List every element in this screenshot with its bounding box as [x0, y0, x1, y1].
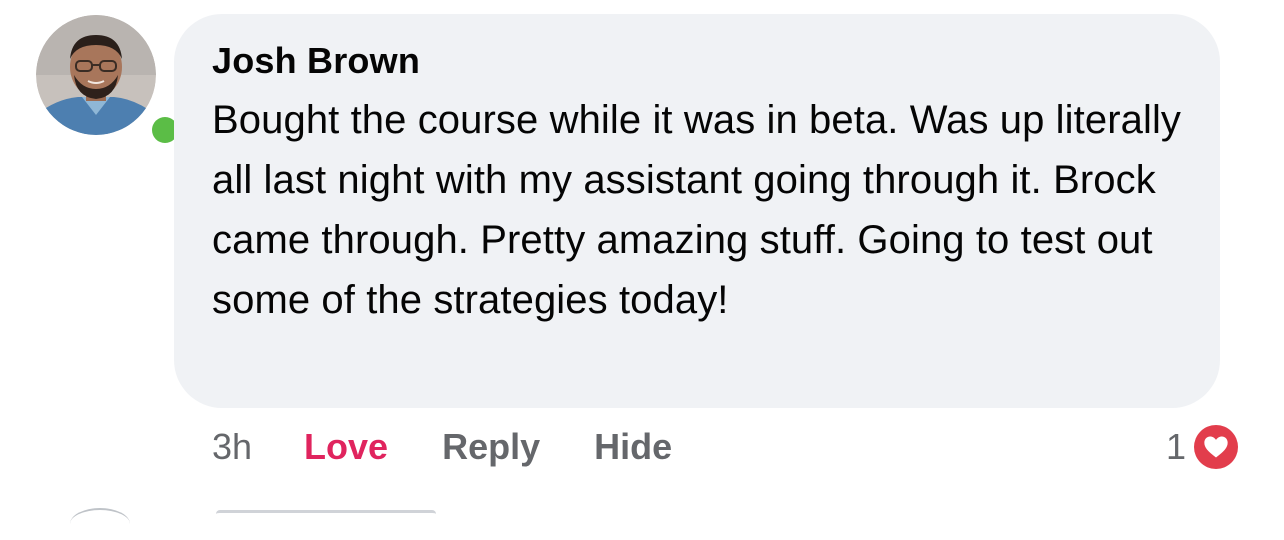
next-comment-avatar-peek: [70, 508, 130, 540]
comment-timestamp[interactable]: 3h: [212, 426, 252, 468]
comment-actions: 3h Love Reply Hide: [212, 420, 726, 474]
comment-bubble: Josh Brown Bought the course while it wa…: [174, 14, 1220, 408]
reply-button[interactable]: Reply: [442, 426, 540, 468]
avatar[interactable]: [36, 15, 182, 147]
comment-text: Bought the course while it was in beta. …: [212, 98, 1182, 322]
hide-button[interactable]: Hide: [594, 426, 672, 468]
comment-author[interactable]: Josh Brown: [212, 38, 1190, 84]
heart-icon: [1194, 425, 1239, 469]
avatar-photo: [36, 15, 156, 135]
reaction-count: 1: [1166, 426, 1187, 467]
next-comment-bubble-peek: [216, 510, 436, 523]
love-reaction-button[interactable]: Love: [304, 426, 388, 468]
heart-badge: [1192, 423, 1241, 471]
comment: Josh Brown Bought the course while it wa…: [0, 0, 1284, 514]
reaction-summary[interactable]: 1: [1166, 420, 1241, 474]
